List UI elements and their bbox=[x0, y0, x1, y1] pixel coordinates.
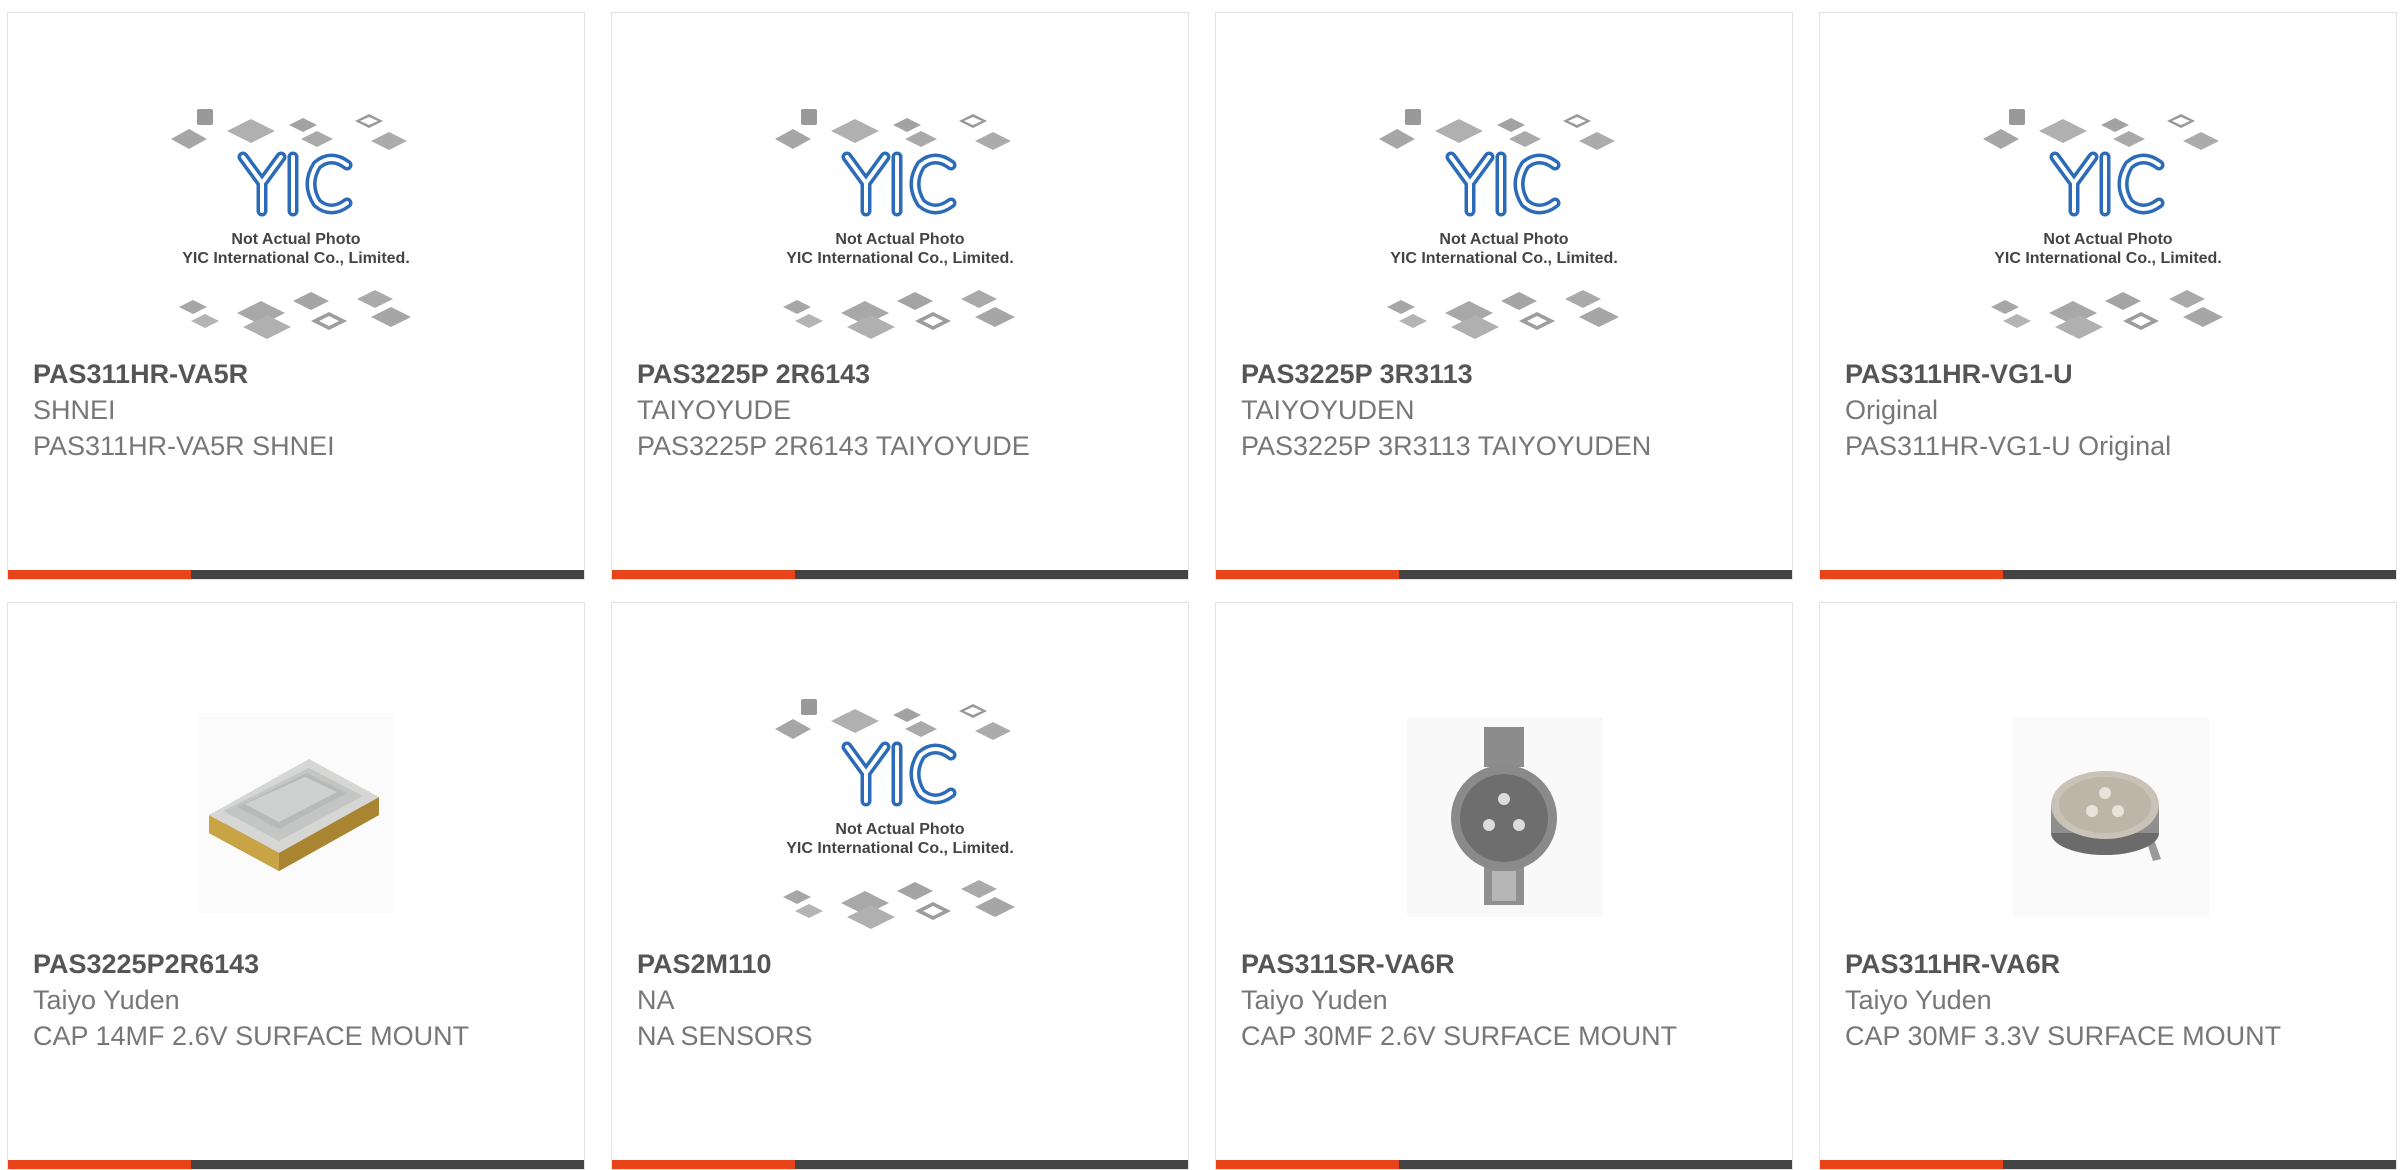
product-thumbnail[interactable]: Not Actual Photo YIC International Co., … bbox=[1973, 93, 2243, 363]
description: PAS3225P 3R3113 TAIYOYUDEN bbox=[1241, 431, 1652, 461]
placeholder-caption-1: Not Actual Photo bbox=[2043, 231, 2172, 248]
coin-capacitor-photo bbox=[1407, 717, 1603, 917]
card-bottom-bar bbox=[612, 570, 1188, 579]
bar-accent bbox=[612, 570, 795, 579]
part-number-link[interactable]: PAS311SR-VA6R bbox=[1241, 946, 1762, 982]
yic-placeholder-image: Not Actual Photo YIC International Co., … bbox=[1973, 93, 2243, 363]
product-card[interactable]: PAS3225P2R6143 Taiyo Yuden CAP 14MF 2.6V… bbox=[7, 602, 585, 1170]
manufacturer: SHNEI bbox=[33, 395, 116, 425]
placeholder-caption-1: Not Actual Photo bbox=[835, 821, 964, 838]
bar-accent bbox=[8, 1160, 191, 1169]
part-number-link[interactable]: PAS311HR-VG1-U bbox=[1845, 356, 2366, 392]
placeholder-caption-1: Not Actual Photo bbox=[835, 231, 964, 248]
placeholder-caption-2: YIC International Co., Limited. bbox=[1390, 250, 1618, 267]
bar-accent bbox=[8, 570, 191, 579]
product-card[interactable]: PAS311HR-VA6R Taiyo Yuden CAP 30MF 3.3V … bbox=[1819, 602, 2397, 1170]
card-bottom-bar bbox=[1820, 1160, 2396, 1169]
manufacturer: NA bbox=[637, 985, 675, 1015]
bar-accent bbox=[1216, 570, 1399, 579]
part-number-link[interactable]: PAS311HR-VA6R bbox=[1845, 946, 2366, 982]
part-number-link[interactable]: PAS2M110 bbox=[637, 946, 1158, 982]
yic-placeholder-image: Not Actual Photo YIC International Co., … bbox=[1369, 93, 1639, 363]
manufacturer: Taiyo Yuden bbox=[1845, 985, 1992, 1015]
product-info: PAS3225P 3R3113 TAIYOYUDEN PAS3225P 3R31… bbox=[1241, 356, 1762, 464]
part-number-link[interactable]: PAS3225P2R6143 bbox=[33, 946, 554, 982]
product-thumbnail[interactable]: Not Actual Photo YIC International Co., … bbox=[765, 93, 1035, 363]
bar-accent bbox=[612, 1160, 795, 1169]
manufacturer: Taiyo Yuden bbox=[1241, 985, 1388, 1015]
card-bottom-bar bbox=[1820, 570, 2396, 579]
description: CAP 14MF 2.6V SURFACE MOUNT bbox=[33, 1021, 470, 1051]
product-thumbnail[interactable]: Not Actual Photo YIC International Co., … bbox=[1369, 93, 1639, 363]
product-card[interactable]: Not Actual Photo YIC International Co., … bbox=[611, 602, 1189, 1170]
placeholder-caption-2: YIC International Co., Limited. bbox=[786, 840, 1014, 857]
product-info: PAS3225P 2R6143 TAIYOYUDE PAS3225P 2R614… bbox=[637, 356, 1158, 464]
part-number-link[interactable]: PAS3225P 2R6143 bbox=[637, 356, 1158, 392]
placeholder-caption-2: YIC International Co., Limited. bbox=[182, 250, 410, 267]
product-info: PAS311HR-VA5R SHNEI PAS311HR-VA5R SHNEI bbox=[33, 356, 554, 464]
bar-accent bbox=[1820, 1160, 2003, 1169]
card-bottom-bar bbox=[612, 1160, 1188, 1169]
product-info: PAS2M110 NA NA SENSORS bbox=[637, 946, 1158, 1054]
placeholder-caption-1: Not Actual Photo bbox=[231, 231, 360, 248]
product-card[interactable]: Not Actual Photo YIC International Co., … bbox=[611, 12, 1189, 580]
description: CAP 30MF 2.6V SURFACE MOUNT bbox=[1241, 1021, 1678, 1051]
product-thumbnail[interactable] bbox=[161, 683, 431, 953]
bar-accent bbox=[1820, 570, 2003, 579]
part-number-link[interactable]: PAS311HR-VA5R bbox=[33, 356, 554, 392]
description: PAS3225P 2R6143 TAIYOYUDE bbox=[637, 431, 1030, 461]
manufacturer: TAIYOYUDEN bbox=[1241, 395, 1415, 425]
card-bottom-bar bbox=[8, 570, 584, 579]
product-info: PAS311HR-VA6R Taiyo Yuden CAP 30MF 3.3V … bbox=[1845, 946, 2366, 1054]
placeholder-caption-2: YIC International Co., Limited. bbox=[786, 250, 1014, 267]
placeholder-caption-1: Not Actual Photo bbox=[1439, 231, 1568, 248]
yic-placeholder-image: Not Actual Photo YIC International Co., … bbox=[161, 93, 431, 363]
description: NA SENSORS bbox=[637, 1021, 813, 1051]
manufacturer: Taiyo Yuden bbox=[33, 985, 180, 1015]
placeholder-caption-2: YIC International Co., Limited. bbox=[1994, 250, 2222, 267]
card-bottom-bar bbox=[8, 1160, 584, 1169]
product-card[interactable]: Not Actual Photo YIC International Co., … bbox=[1215, 12, 1793, 580]
product-thumbnail[interactable]: Not Actual Photo YIC International Co., … bbox=[161, 93, 431, 363]
coin-capacitor-tab-photo bbox=[2013, 717, 2209, 917]
smd-capacitor-photo bbox=[199, 713, 393, 913]
description: PAS311HR-VG1-U Original bbox=[1845, 431, 2172, 461]
product-thumbnail[interactable]: Not Actual Photo YIC International Co., … bbox=[765, 683, 1035, 953]
card-bottom-bar bbox=[1216, 1160, 1792, 1169]
product-card[interactable]: PAS311SR-VA6R Taiyo Yuden CAP 30MF 2.6V … bbox=[1215, 602, 1793, 1170]
card-bottom-bar bbox=[1216, 570, 1792, 579]
manufacturer: TAIYOYUDE bbox=[637, 395, 792, 425]
product-card[interactable]: Not Actual Photo YIC International Co., … bbox=[1819, 12, 2397, 580]
product-thumbnail[interactable] bbox=[1369, 683, 1639, 953]
product-info: PAS311HR-VG1-U Original PAS311HR-VG1-U O… bbox=[1845, 356, 2366, 464]
product-grid: Not Actual Photo YIC International Co., … bbox=[0, 0, 2400, 1170]
description: CAP 30MF 3.3V SURFACE MOUNT bbox=[1845, 1021, 2282, 1051]
product-info: PAS311SR-VA6R Taiyo Yuden CAP 30MF 2.6V … bbox=[1241, 946, 1762, 1054]
product-info: PAS3225P2R6143 Taiyo Yuden CAP 14MF 2.6V… bbox=[33, 946, 554, 1054]
bar-accent bbox=[1216, 1160, 1399, 1169]
product-card[interactable]: Not Actual Photo YIC International Co., … bbox=[7, 12, 585, 580]
yic-placeholder-image: Not Actual Photo YIC International Co., … bbox=[765, 683, 1035, 953]
product-thumbnail[interactable] bbox=[1973, 683, 2243, 953]
part-number-link[interactable]: PAS3225P 3R3113 bbox=[1241, 356, 1762, 392]
yic-placeholder-image: Not Actual Photo YIC International Co., … bbox=[765, 93, 1035, 363]
description: PAS311HR-VA5R SHNEI bbox=[33, 431, 335, 461]
manufacturer: Original bbox=[1845, 395, 1939, 425]
